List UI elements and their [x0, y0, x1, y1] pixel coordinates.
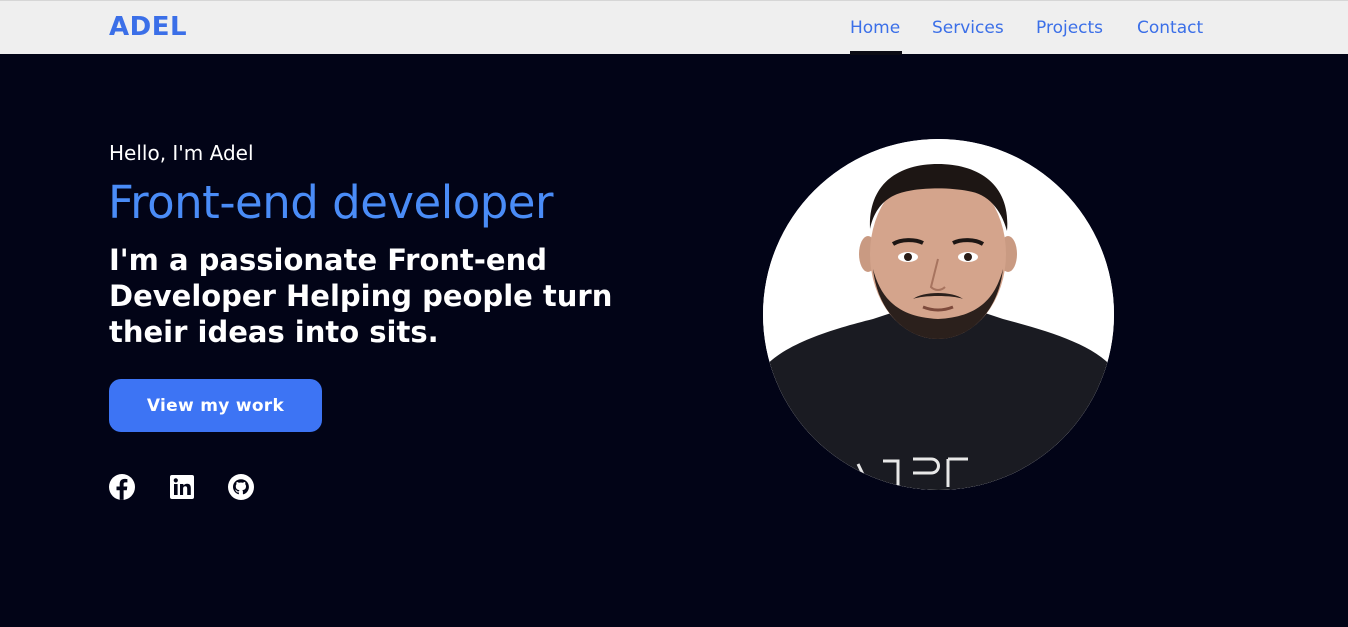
- nav-link-home[interactable]: Home: [850, 18, 900, 38]
- nav-link-contact[interactable]: Contact: [1137, 18, 1203, 38]
- role-heading: Front-end developer: [108, 176, 553, 229]
- nav-link-projects[interactable]: Projects: [1036, 18, 1103, 38]
- nav-link-services[interactable]: Services: [932, 18, 1004, 38]
- pitch-text: I'm a passionate Front-end Developer Hel…: [109, 243, 613, 349]
- profile-photo: [763, 139, 1114, 490]
- greeting-text: Hello, I'm Adel: [109, 141, 254, 165]
- linkedin-icon[interactable]: [168, 473, 196, 501]
- site-logo[interactable]: ADEL: [109, 12, 187, 42]
- facebook-icon[interactable]: [108, 473, 136, 501]
- view-my-work-button[interactable]: View my work: [109, 379, 322, 432]
- github-icon[interactable]: [227, 473, 255, 501]
- navbar: ADEL Home Services Projects Contact: [0, 0, 1348, 55]
- active-nav-indicator: [850, 51, 902, 55]
